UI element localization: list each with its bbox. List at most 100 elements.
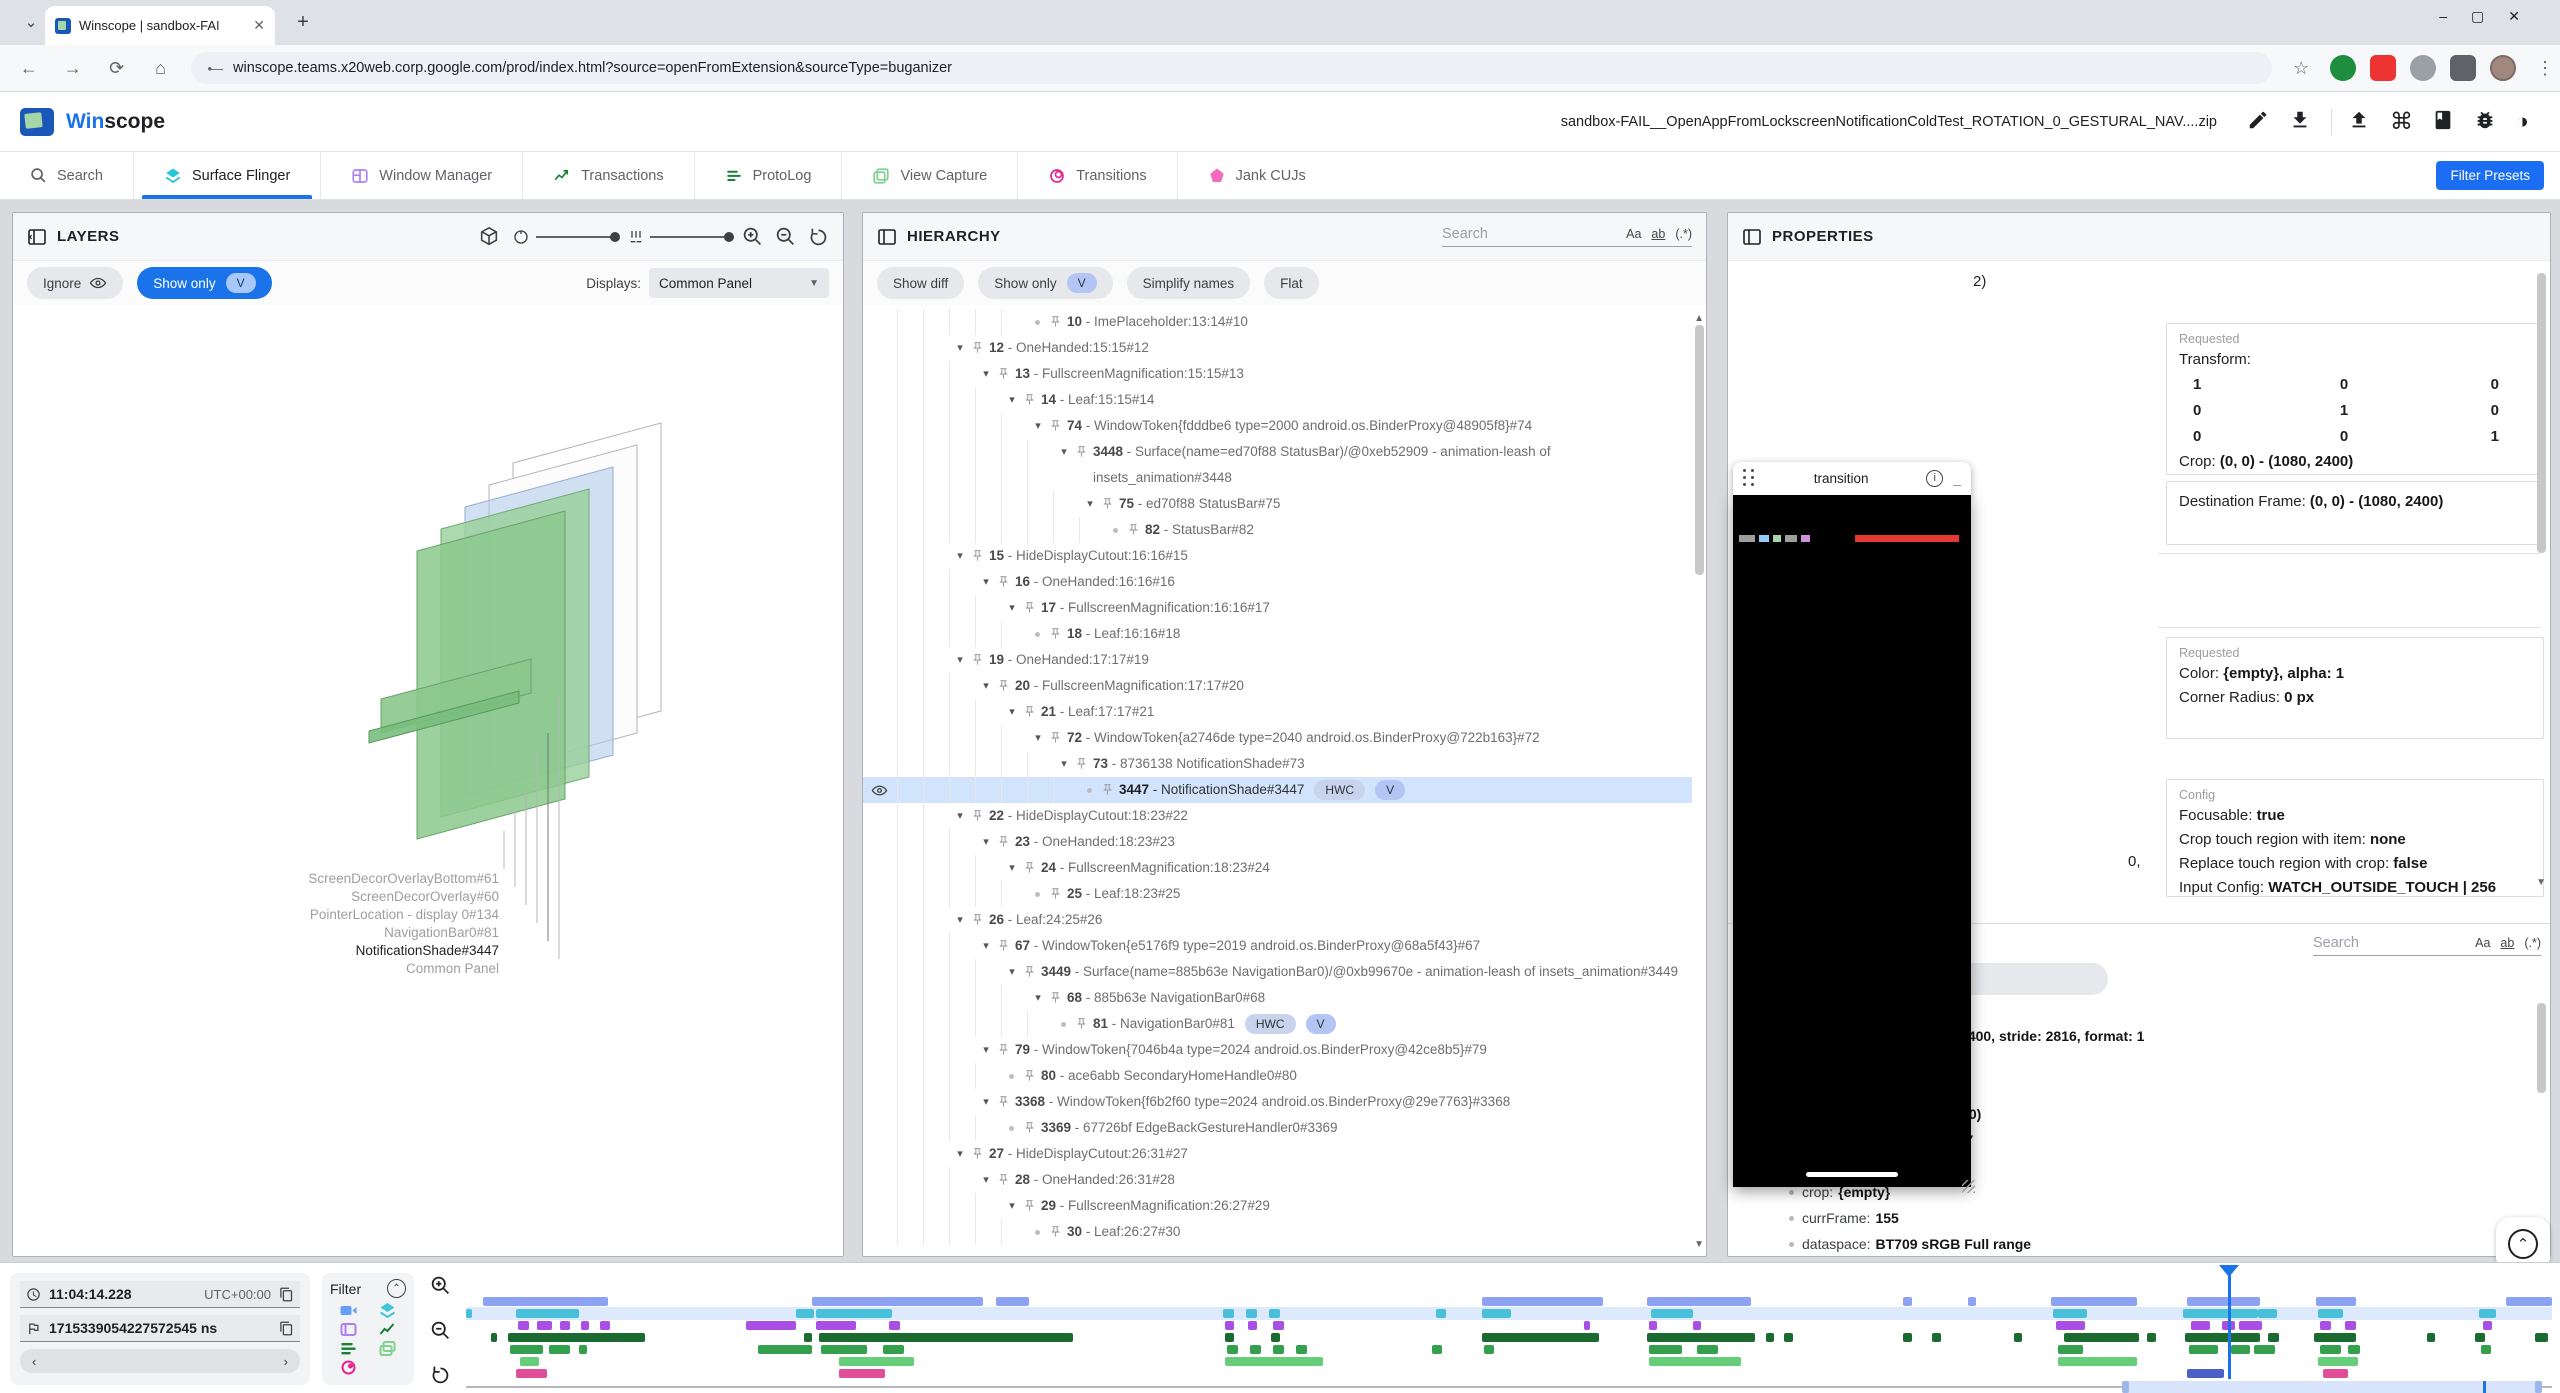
pin-node-icon[interactable] [997,933,1015,952]
match-word-icon[interactable]: ab [1651,227,1665,241]
timeline-zoom-in-icon[interactable] [430,1275,451,1296]
match-case-icon[interactable]: Aa [2475,936,2490,950]
expand-arrow-icon[interactable]: ▾ [1001,387,1023,413]
pin-node-icon[interactable] [1049,1219,1067,1238]
expand-arrow-icon[interactable]: ▾ [975,1167,997,1193]
tree-node-26[interactable]: ▾26 - Leaf:24:25#26 [863,907,1692,933]
documentation-icon[interactable] [2432,109,2458,135]
properties-scrollbar[interactable] [2537,273,2546,553]
tree-node-27[interactable]: ▾27 - HideDisplayCutout:26:31#27 [863,1141,1692,1167]
layer-label[interactable]: ScreenDecorOverlay#60 [351,889,499,904]
layer-label[interactable]: PointerLocation - display 0#134 [310,907,500,922]
tab-view-capture[interactable]: View Capture [842,152,1018,199]
tree-node-19[interactable]: ▾19 - OneHanded:17:17#19 [863,647,1692,673]
expand-arrow-icon[interactable]: ▾ [949,335,971,361]
copy-ns-icon[interactable] [279,1321,294,1336]
pin-node-icon[interactable] [1049,309,1067,328]
pin-node-icon[interactable] [1023,387,1041,406]
minimize-icon[interactable]: _ [1953,471,1961,487]
pin-node-icon[interactable] [1101,777,1119,796]
visible-eye-icon[interactable] [871,782,888,799]
expand-arrow-icon[interactable]: ▾ [1001,699,1023,725]
shortcuts-icon[interactable]: ⌘ [2390,109,2416,135]
browser-menu-icon[interactable]: ⋮ [2530,53,2560,83]
expand-arrow-icon[interactable]: ▾ [975,673,997,699]
pin-node-icon[interactable] [1127,517,1145,536]
expand-arrow-icon[interactable]: ▾ [1027,413,1049,439]
expand-arrow-icon[interactable]: ▾ [975,1037,997,1063]
tab-protolog[interactable]: ProtoLog [695,152,843,199]
layer-label[interactable]: Common Panel [406,961,499,976]
viewcapture-icon[interactable] [379,1341,396,1356]
properties-search-input[interactable]: Search Aa ab (.*) [2313,935,2541,956]
tree-node-17[interactable]: ▾17 - FullscreenMagnification:16:16#17 [863,595,1692,621]
pin-node-icon[interactable] [971,647,989,666]
tree-node-3447[interactable]: 3447 - NotificationShade#3447HWCV [863,777,1692,803]
tree-node-25[interactable]: 25 - Leaf:18:23#25 [863,881,1692,907]
simplify-names-button[interactable]: Simplify names [1127,267,1251,299]
expand-arrow-icon[interactable]: ▾ [1027,725,1049,751]
show-only-button[interactable]: Show onlyV [978,267,1112,299]
expand-arrow-icon[interactable]: ▾ [975,1089,997,1115]
windowmanager-icon[interactable] [340,1322,357,1337]
tree-node-23[interactable]: ▾23 - OneHanded:18:23#23 [863,829,1692,855]
tree-node-74[interactable]: ▾74 - WindowToken{fdddbe6 type=2000 andr… [863,413,1692,439]
prev-entry-button[interactable]: ‹ [32,1354,36,1369]
range-end-handle[interactable] [2535,1381,2542,1393]
collapse-filter-icon[interactable]: ⌃ [387,1279,406,1298]
ns-time-field[interactable]: 1715339054227572545 ns [20,1315,300,1342]
address-bar[interactable]: •— winscope.teams.x20web.corp.google.com… [191,52,2272,84]
extension-green-icon[interactable] [2330,55,2356,81]
pin-node-icon[interactable] [997,1167,1015,1186]
show-diff-button[interactable]: Show diff [877,267,964,299]
pin-node-icon[interactable] [1049,985,1067,1004]
tree-node-81[interactable]: 81 - NavigationBar0#81HWCV [863,1011,1692,1037]
pin-node-icon[interactable] [1049,725,1067,744]
cast-icon[interactable] [2410,55,2436,81]
mini-window-titlebar[interactable]: transition i _ [1733,462,1971,495]
tab-close-icon[interactable]: ✕ [253,17,265,34]
expand-arrow-icon[interactable]: ▾ [949,803,971,829]
tree-node-21[interactable]: ▾21 - Leaf:17:17#21 [863,699,1692,725]
collapse-layers-panel-icon[interactable] [27,227,47,247]
expand-arrow-icon[interactable]: ▾ [975,829,997,855]
copy-time-icon[interactable] [279,1287,294,1302]
pin-node-icon[interactable] [997,1037,1015,1056]
tree-node-72[interactable]: ▾72 - WindowToken{a2746de type=2040 andr… [863,725,1692,751]
window-controls[interactable]: –▢✕ [2439,8,2544,25]
tree-node-16[interactable]: ▾16 - OneHanded:16:16#16 [863,569,1692,595]
match-word-icon[interactable]: ab [2500,936,2514,950]
pin-node-icon[interactable] [971,1141,989,1160]
displays-dropdown[interactable]: Common Panel▼ [649,268,829,298]
upload-traces-icon[interactable] [2348,109,2374,135]
expand-arrow-icon[interactable]: ▾ [949,543,971,569]
tree-node-67[interactable]: ▾67 - WindowToken{e5176f9 type=2019 andr… [863,933,1692,959]
pin-node-icon[interactable] [1023,1193,1041,1212]
minimap-selected-range[interactable] [2122,1381,2541,1393]
tab-window-manager[interactable]: Window Manager [321,152,523,199]
reset-view-icon[interactable] [808,226,829,247]
ignore-button[interactable]: Ignore [27,267,123,299]
protolog-icon[interactable] [340,1341,357,1356]
expand-arrow-icon[interactable]: ▾ [975,933,997,959]
tree-node-30[interactable]: 30 - Leaf:26:27#30 [863,1219,1692,1245]
tree-node-22[interactable]: ▾22 - HideDisplayCutout:18:23#22 [863,803,1692,829]
pin-node-icon[interactable] [997,569,1015,588]
tree-node-79[interactable]: ▾79 - WindowToken{7046b4a type=2024 andr… [863,1037,1692,1063]
next-entry-button[interactable]: › [284,1354,288,1369]
report-bug-icon[interactable] [2474,109,2500,135]
zoom-out-icon[interactable] [775,226,796,247]
expand-arrow-icon[interactable]: ▾ [1001,855,1023,881]
pin-node-icon[interactable] [971,907,989,926]
profile-avatar[interactable] [2490,55,2516,81]
tree-node-3448[interactable]: ▾3448 - Surface(name=ed70f88 StatusBar)/… [863,439,1692,491]
property-currFrame[interactable]: currFrame:155 [1782,1205,2530,1231]
bookmark-star-icon[interactable]: ☆ [2286,53,2316,83]
tree-node-13[interactable]: ▾13 - FullscreenMagnification:15:15#13 [863,361,1692,387]
tree-node-18[interactable]: 18 - Leaf:16:16#18 [863,621,1692,647]
properties-tree-scrollbar[interactable] [2537,1003,2546,1093]
tree-node-29[interactable]: ▾29 - FullscreenMagnification:26:27#29 [863,1193,1692,1219]
tree-node-3368[interactable]: ▾3368 - WindowToken{f6b2f60 type=2024 an… [863,1089,1692,1115]
regex-icon[interactable]: (.*) [2524,936,2541,950]
tab-search-chevron-icon[interactable]: ⌄ [18,10,44,36]
